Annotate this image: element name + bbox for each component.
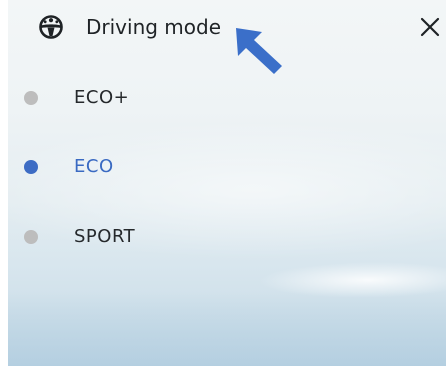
mode-option-label: ECO+ bbox=[74, 87, 130, 108]
close-icon bbox=[420, 17, 440, 37]
driving-mode-panel: Driving mode ECO+ ECO SPORT bbox=[8, 0, 446, 366]
page-title: Driving mode bbox=[86, 15, 222, 39]
radio-dot bbox=[24, 230, 38, 244]
mode-option-eco-plus[interactable]: ECO+ bbox=[8, 72, 446, 124]
mode-option-sport[interactable]: SPORT bbox=[8, 211, 446, 263]
radio-dot-selected bbox=[24, 160, 38, 174]
steering-wheel-icon bbox=[38, 14, 64, 40]
panel-header: Driving mode bbox=[8, 0, 446, 52]
pointer-arrow-icon bbox=[234, 26, 290, 76]
mode-option-label: SPORT bbox=[74, 226, 136, 247]
close-button[interactable] bbox=[417, 14, 443, 40]
radio-dot bbox=[24, 91, 38, 105]
background-horizon bbox=[8, 292, 446, 366]
mode-option-label: ECO bbox=[74, 156, 114, 177]
mode-option-eco[interactable]: ECO bbox=[8, 141, 446, 193]
